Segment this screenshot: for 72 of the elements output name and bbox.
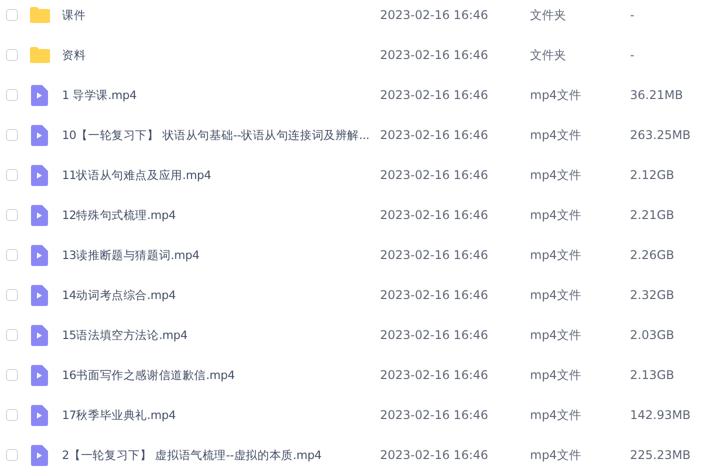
video-file-icon [31,164,48,186]
row-checkbox[interactable] [6,449,18,461]
file-name[interactable]: 17秋季毕业典礼.mp4 [62,408,380,422]
row-checkbox[interactable] [6,89,18,101]
video-file-icon [31,364,48,386]
file-type: mp4文件 [530,126,582,144]
file-name[interactable]: 12特殊句式梳理.mp4 [62,208,380,222]
modified-date: 2023-02-16 16:46 [380,248,490,262]
file-type: mp4文件 [530,366,582,384]
video-file-icon [31,84,48,106]
modified-date: 2023-02-16 16:46 [380,408,490,422]
file-size: 2.12GB [630,168,676,182]
modified-date: 2023-02-16 16:46 [380,368,490,382]
file-type: mp4文件 [530,206,582,224]
file-size: 2.13GB [630,368,676,382]
file-type: mp4文件 [530,246,582,264]
file-size: 2.26GB [630,248,676,262]
row-checkbox[interactable] [6,129,18,141]
file-type: mp4文件 [530,166,582,184]
file-name[interactable]: 16书面写作之感谢信道歉信.mp4 [62,368,380,382]
file-name[interactable]: 2【一轮复习下】 虚拟语气梳理--虚拟的本质.mp4 [62,448,380,462]
row-checkbox[interactable] [6,9,18,21]
video-file-icon [31,444,48,466]
file-name[interactable]: 13读推断题与猜题词.mp4 [62,248,380,262]
row-checkbox[interactable] [6,169,18,181]
file-type: mp4文件 [530,326,582,344]
file-size: 2.21GB [630,208,676,222]
file-size: - [630,48,636,62]
file-name[interactable]: 资料 [62,48,380,62]
modified-date: 2023-02-16 16:46 [380,128,490,142]
file-size: 263.25MB [630,128,690,142]
file-size: - [630,8,636,22]
file-type: 文件夹 [530,6,567,24]
file-type: 文件夹 [530,46,567,64]
file-type: mp4文件 [530,406,582,424]
folder-icon [30,47,50,63]
file-size: 2.03GB [630,328,676,342]
row-checkbox[interactable] [6,49,18,61]
file-type: mp4文件 [530,86,582,104]
file-type: mp4文件 [530,286,582,304]
video-file-icon [31,204,48,226]
row-checkbox[interactable] [6,249,18,261]
modified-date: 2023-02-16 16:46 [380,448,490,462]
modified-date: 2023-02-16 16:46 [380,208,490,222]
file-size: 225.23MB [630,448,690,462]
file-name[interactable]: 课件 [62,8,380,22]
file-name[interactable]: 1 导学课.mp4 [62,88,380,102]
modified-date: 2023-02-16 16:46 [380,8,490,22]
file-type: mp4文件 [530,446,582,464]
file-size: 2.32GB [630,288,676,302]
file-name[interactable]: 15语法填空方法论.mp4 [62,328,380,342]
modified-date: 2023-02-16 16:46 [380,88,490,102]
modified-date: 2023-02-16 16:46 [380,48,490,62]
row-checkbox[interactable] [6,409,18,421]
file-size: 36.21MB [630,88,684,102]
file-name[interactable]: 14动词考点综合.mp4 [62,288,380,302]
row-checkbox[interactable] [6,329,18,341]
video-file-icon [31,284,48,306]
video-file-icon [31,324,48,346]
file-size: 142.93MB [630,408,690,422]
row-checkbox[interactable] [6,369,18,381]
video-file-icon [31,404,48,426]
modified-date: 2023-02-16 16:46 [380,168,490,182]
file-name[interactable]: 11状语从句难点及应用.mp4 [62,168,380,182]
row-checkbox[interactable] [6,289,18,301]
folder-icon [30,7,50,23]
file-name[interactable]: 10【一轮复习下】 状语从句基础--状语从句连接词及辨解... [62,128,380,142]
video-file-icon [31,124,48,146]
row-checkbox[interactable] [6,209,18,221]
modified-date: 2023-02-16 16:46 [380,328,490,342]
video-file-icon [31,244,48,266]
modified-date: 2023-02-16 16:46 [380,288,490,302]
